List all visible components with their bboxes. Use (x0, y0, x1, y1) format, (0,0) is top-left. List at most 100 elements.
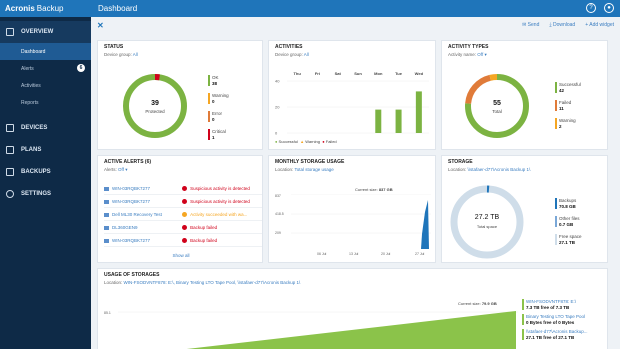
nav-devices[interactable]: DEVICES (0, 117, 91, 139)
storage-legend-free: Free space 27.1 TB (555, 234, 582, 246)
alert-machine[interactable]: WIN-03RQBK7277 (112, 199, 182, 204)
nav-reports[interactable]: Reports (0, 94, 91, 111)
alert-row[interactable]: WIN-03RQBK7277 Suspicious activity is det… (104, 196, 262, 208)
nav-overview[interactable]: OVERVIEW (0, 21, 91, 43)
storage-legend-other-value: 0.7 GB (559, 222, 574, 227)
nav-settings[interactable]: SETTINGS (0, 183, 91, 205)
activities-ytick: 20 (275, 105, 280, 110)
monthly-storage-filter[interactable]: Location: Total storage usage (269, 165, 435, 174)
download-button[interactable]: ⤓ Download (549, 22, 575, 28)
usage-area (186, 311, 516, 349)
nav-plans-label: PLANS (21, 147, 42, 153)
monthly-xtick-4: 27 Jul (415, 252, 425, 256)
nav-dashboard-label: Dashboard (21, 48, 46, 55)
nav-activities[interactable]: Activities (0, 77, 91, 94)
nav-backups[interactable]: BACKUPS (0, 161, 91, 183)
monthly-xtick-1: 06 Jul (317, 252, 327, 256)
status-filter-label: Device group: (104, 52, 132, 57)
activity-types-center-label: Total (492, 109, 502, 114)
status-legend-error-value: 0 (212, 117, 215, 122)
activities-day-label: Thu (293, 71, 301, 76)
alert-message: Backup failed (190, 238, 218, 243)
sidebar: Acronis Backup OVERVIEW Dashboard Alerts… (0, 0, 91, 349)
monthly-storage-filter-label: Location: (275, 167, 294, 172)
usage-current-size-value: 79.9 GB (481, 301, 497, 306)
status-filter-value: All (132, 52, 138, 57)
legend-failed: Failed (325, 139, 337, 144)
usage-filter[interactable]: Location: WIN-FSODVNTF878: E:\, Binary T… (98, 278, 607, 287)
alert-message: Backup failed (190, 225, 218, 230)
status-widget: STATUS Device group: All 39 Protected OK… (97, 40, 263, 150)
alert-machine[interactable]: WIN-03RQBK7277 (112, 238, 182, 243)
activity-types-legend-failed: Failed 11 (555, 100, 571, 112)
computer-icon (104, 225, 109, 230)
activity-types-legend-warning-value: 2 (559, 124, 562, 129)
activities-filter[interactable]: Device group: All (269, 50, 435, 59)
collapse-icon[interactable]: ✕ (97, 21, 104, 30)
nav-alerts[interactable]: Alerts 6 (0, 60, 91, 77)
download-label: Download (552, 22, 576, 28)
usage-title: USAGE OF STORAGES (104, 272, 160, 278)
activities-bar-successful[interactable] (375, 109, 382, 133)
storage-legend-other: Other files 0.7 GB (555, 216, 580, 228)
activities-filter-value: All (303, 52, 309, 57)
usage-ytick: 85.1 (104, 311, 111, 315)
status-legend-ok-value: 38 (212, 81, 218, 86)
warning-icon (182, 212, 188, 217)
activities-ytick: 0 (275, 131, 278, 136)
status-legend-critical-value: 1 (212, 135, 215, 140)
alert-message: Activity succeeded with wa... (190, 212, 248, 217)
nav-overview-label: OVERVIEW (21, 29, 54, 35)
help-icon[interactable]: ? (586, 3, 596, 13)
nav-plans[interactable]: PLANS (0, 139, 91, 161)
monthly-current-size-value: 837 GB (378, 187, 393, 192)
user-icon[interactable]: ● (604, 3, 614, 13)
activity-types-widget: ACTIVITY TYPES Activity name: Off ▾ 55 T… (441, 40, 608, 150)
nav-activities-label: Activities (21, 82, 41, 89)
status-legend-ok: OK 38 (208, 75, 219, 87)
status-center-label: Protected (145, 109, 165, 114)
storage-free-arc (450, 185, 524, 259)
activity-types-filter[interactable]: Activity name: Off ▾ (442, 50, 607, 60)
backups-icon (6, 168, 14, 176)
alert-machine[interactable]: Dell ML30 Recovery Test (112, 212, 182, 217)
monthly-ytick-mid: 418.5 (275, 212, 284, 216)
show-all-link[interactable]: Show all (98, 253, 264, 258)
active-alerts-filter[interactable]: Alerts: Off ▾ (98, 165, 262, 175)
activities-bar-successful[interactable] (395, 109, 402, 133)
computer-icon (104, 238, 109, 243)
alert-row[interactable]: WIN-03RQBK7277 Suspicious activity is det… (104, 183, 262, 195)
usage-filter-value: WIN-FSODVNTF878: E:\, Binary Testing LTO… (123, 280, 301, 285)
activity-types-center-value: 55 (493, 100, 501, 107)
activities-bar-successful[interactable] (415, 91, 422, 133)
monthly-storage-filter-value: Total storage usage (294, 167, 334, 172)
alert-row[interactable]: DL360GEN9 Backup failed (104, 222, 262, 234)
storage-center-value: 27.2 TB (474, 214, 500, 221)
status-legend-critical: Critical 1 (208, 129, 226, 141)
usage-legend-value: 7.3 TB free of 7.3 TB (526, 305, 570, 310)
usage-legend-value: 0 Bytes free of 0 Bytes (526, 320, 575, 325)
add-widget-button[interactable]: + Add widget (585, 22, 614, 28)
alert-row[interactable]: WIN-03RQBK7277 Backup failed (104, 235, 262, 247)
alerts-count-badge: 6 (77, 64, 85, 72)
activities-filter-label: Device group: (275, 52, 303, 57)
storage-filter-value: \\stafaer-d77\Acronis Backup 1\ (467, 167, 531, 172)
status-filter[interactable]: Device group: All (98, 50, 262, 59)
monthly-ytick-low: 209 (275, 231, 281, 235)
alert-machine[interactable]: WIN-03RQBK7277 (112, 186, 182, 191)
monthly-xtick-3: 20 Jul (381, 252, 391, 256)
nav-settings-label: SETTINGS (21, 191, 52, 197)
storage-title: STORAGE (448, 159, 473, 165)
nav-dashboard[interactable]: Dashboard (0, 43, 91, 60)
usage-current-size-label: Current size: (458, 301, 481, 306)
alert-row[interactable]: Dell ML30 Recovery Test Activity succeede… (104, 209, 262, 221)
storage-filter[interactable]: Location: \\stafaer-d77\Acronis Backup 1… (442, 165, 607, 174)
top-bar: Dashboard ? ● (91, 0, 620, 17)
activity-types-legend-failed-value: 11 (559, 106, 564, 111)
active-alerts-filter-label: Alerts: (104, 167, 117, 172)
storage-legend-backups: Backups 70.8 GB (555, 198, 576, 210)
activity-types-legend-successful-value: 42 (559, 88, 565, 93)
alert-machine[interactable]: DL360GEN9 (112, 225, 182, 230)
send-button[interactable]: ✉ Send (522, 22, 539, 28)
usage-chart (118, 311, 518, 349)
